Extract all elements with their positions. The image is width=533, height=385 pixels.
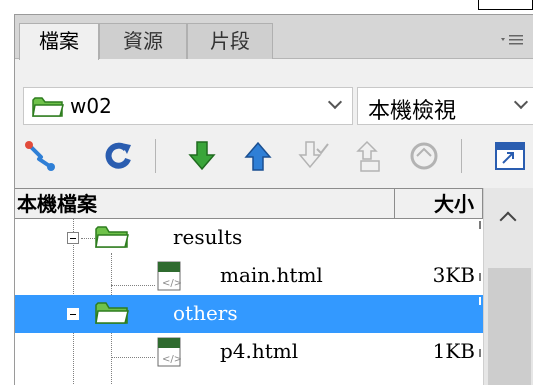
window-corner-box [478,0,533,10]
svg-text:</>: </> [162,354,181,365]
tab-assets[interactable]: 資源 [99,23,187,59]
scroll-up-icon[interactable] [499,211,517,229]
html-file-icon: </> [157,261,182,295]
check-out-icon [297,139,331,173]
chevron-down-icon [327,94,343,110]
get-icon[interactable] [185,139,219,173]
tree-item-label: main.html [220,263,323,287]
tree-item-label: others [173,301,238,325]
file-size: 1KB [432,339,475,363]
scroll-thumb[interactable] [488,268,531,385]
tab-snippets[interactable]: 片段 [187,23,273,59]
file-list-header: 本機檔案 大小 [15,188,533,219]
location-row: w02 本機檢視 [15,67,533,127]
folder-icon [95,301,129,329]
check-in-icon [353,139,387,173]
tree-guide-line [81,238,95,239]
collapse-icon[interactable] [67,232,79,244]
view-label: 本機檢視 [368,99,457,124]
refresh-icon[interactable] [101,139,135,173]
column-header-size[interactable]: 大小 [395,189,483,219]
put-icon[interactable] [241,139,275,173]
folder-icon [95,225,129,253]
site-name: w02 [70,94,112,118]
tree-item-label: results [173,225,243,249]
collapse-icon[interactable] [67,308,79,320]
files-panel: 檔案 資源 片段 w02 本機檢視 本機檔案 大小 results </> ma… [14,14,533,385]
tree-guide-line [111,357,155,358]
files-toolbar [15,127,533,181]
row-tick [479,297,481,305]
toolbar-separator [155,139,156,173]
tree-row-folder[interactable]: results [15,219,483,257]
tree-row-file[interactable]: </> main.html 3KB [15,257,483,295]
file-size: 3KB [432,263,475,287]
panel-menu-icon[interactable] [497,33,531,49]
row-tick [479,349,481,357]
site-dropdown[interactable]: w02 [23,87,353,125]
panel-tab-bar: 檔案 資源 片段 [15,15,533,60]
chevron-down-icon [513,94,529,110]
folder-icon [32,96,64,122]
row-tick [479,273,481,281]
tree-guide-line [111,285,155,286]
tree-row-folder-selected[interactable]: others [15,295,483,333]
sync-icon [407,139,441,173]
column-header-local-files[interactable]: 本機檔案 [15,189,395,219]
tree-item-label: p4.html [220,339,299,363]
connect-icon[interactable] [23,139,57,173]
html-file-icon: </> [157,337,182,371]
vertical-scrollbar[interactable] [483,188,533,385]
file-tree: results </> main.html 3KB others </> p4.… [15,219,483,385]
expand-icon[interactable] [493,139,527,173]
toolbar-separator [461,139,462,173]
tree-row-file[interactable]: </> p4.html 1KB [15,333,483,371]
view-dropdown[interactable]: 本機檢視 [357,87,533,125]
tab-files[interactable]: 檔案 [19,23,99,60]
row-tick [479,221,481,229]
svg-text:</>: </> [162,278,181,289]
